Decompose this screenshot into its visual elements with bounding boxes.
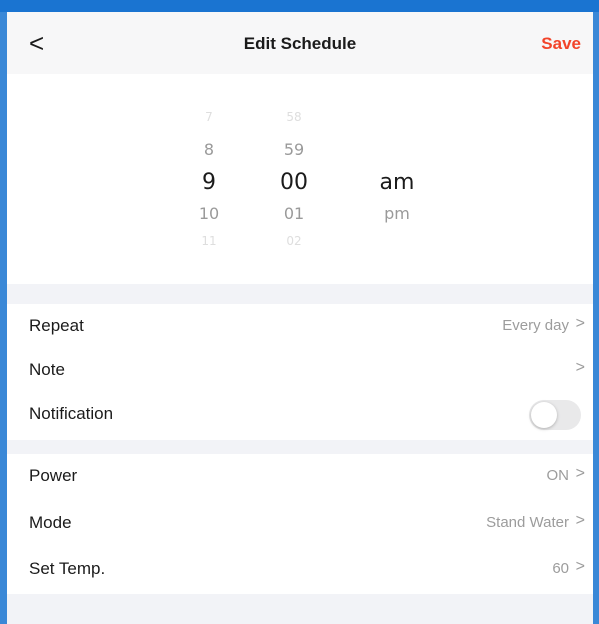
page-title: Edit Schedule: [243, 34, 357, 53]
note-label: Note: [29, 360, 65, 379]
mode-label: Mode: [29, 513, 72, 532]
save-button[interactable]: Save: [541, 34, 581, 54]
mode-row[interactable]: Mode Stand Water >: [7, 501, 593, 545]
window-border-right: [593, 12, 599, 624]
schedule-settings-group: Repeat Every day > Note > Notification: [7, 304, 593, 440]
note-row[interactable]: Note >: [7, 348, 593, 392]
chevron-right-icon: >: [575, 512, 585, 529]
minute-option[interactable]: 02: [264, 234, 324, 248]
hour-option[interactable]: 8: [179, 140, 239, 159]
minute-selected[interactable]: 00: [264, 170, 324, 195]
minute-option[interactable]: 01: [264, 204, 324, 223]
mode-value: Stand Water: [486, 514, 569, 531]
hour-selected[interactable]: 9: [179, 170, 239, 195]
notification-row: Notification: [7, 392, 593, 436]
nav-header: < Edit Schedule Save: [7, 12, 593, 74]
repeat-row[interactable]: Repeat Every day >: [7, 304, 593, 348]
minute-option[interactable]: 59: [264, 140, 324, 159]
notification-label: Notification: [29, 404, 114, 423]
time-picker[interactable]: 7 8 9 10 11 58 59 00 01 02 am pm: [7, 74, 593, 284]
hour-option[interactable]: 11: [179, 234, 239, 248]
repeat-value: Every day: [502, 317, 569, 334]
hour-option[interactable]: 7: [179, 110, 239, 124]
hour-option[interactable]: 10: [179, 204, 239, 223]
power-label: Power: [29, 466, 78, 485]
power-value: ON: [546, 467, 570, 484]
notification-toggle[interactable]: [529, 400, 581, 430]
device-settings-group: Power ON > Mode Stand Water > Set Temp. …: [7, 454, 593, 594]
ampm-option[interactable]: pm: [362, 204, 432, 223]
chevron-right-icon: >: [575, 359, 585, 376]
ampm-selected[interactable]: am: [362, 170, 432, 195]
chevron-right-icon: >: [575, 558, 585, 575]
repeat-label: Repeat: [29, 316, 84, 335]
status-bar: [0, 0, 599, 12]
app-screen: < Edit Schedule Save 7 8 9 10 11 58 59 0…: [0, 0, 599, 624]
window-border-left: [0, 12, 7, 624]
chevron-right-icon: >: [575, 315, 585, 332]
set-temp-value: 60: [552, 560, 569, 577]
toggle-knob: [531, 402, 557, 428]
set-temp-label: Set Temp.: [29, 559, 106, 578]
power-row[interactable]: Power ON >: [7, 454, 593, 498]
set-temp-row[interactable]: Set Temp. 60 >: [7, 547, 593, 591]
minute-option[interactable]: 58: [264, 110, 324, 124]
chevron-right-icon: >: [575, 465, 585, 482]
